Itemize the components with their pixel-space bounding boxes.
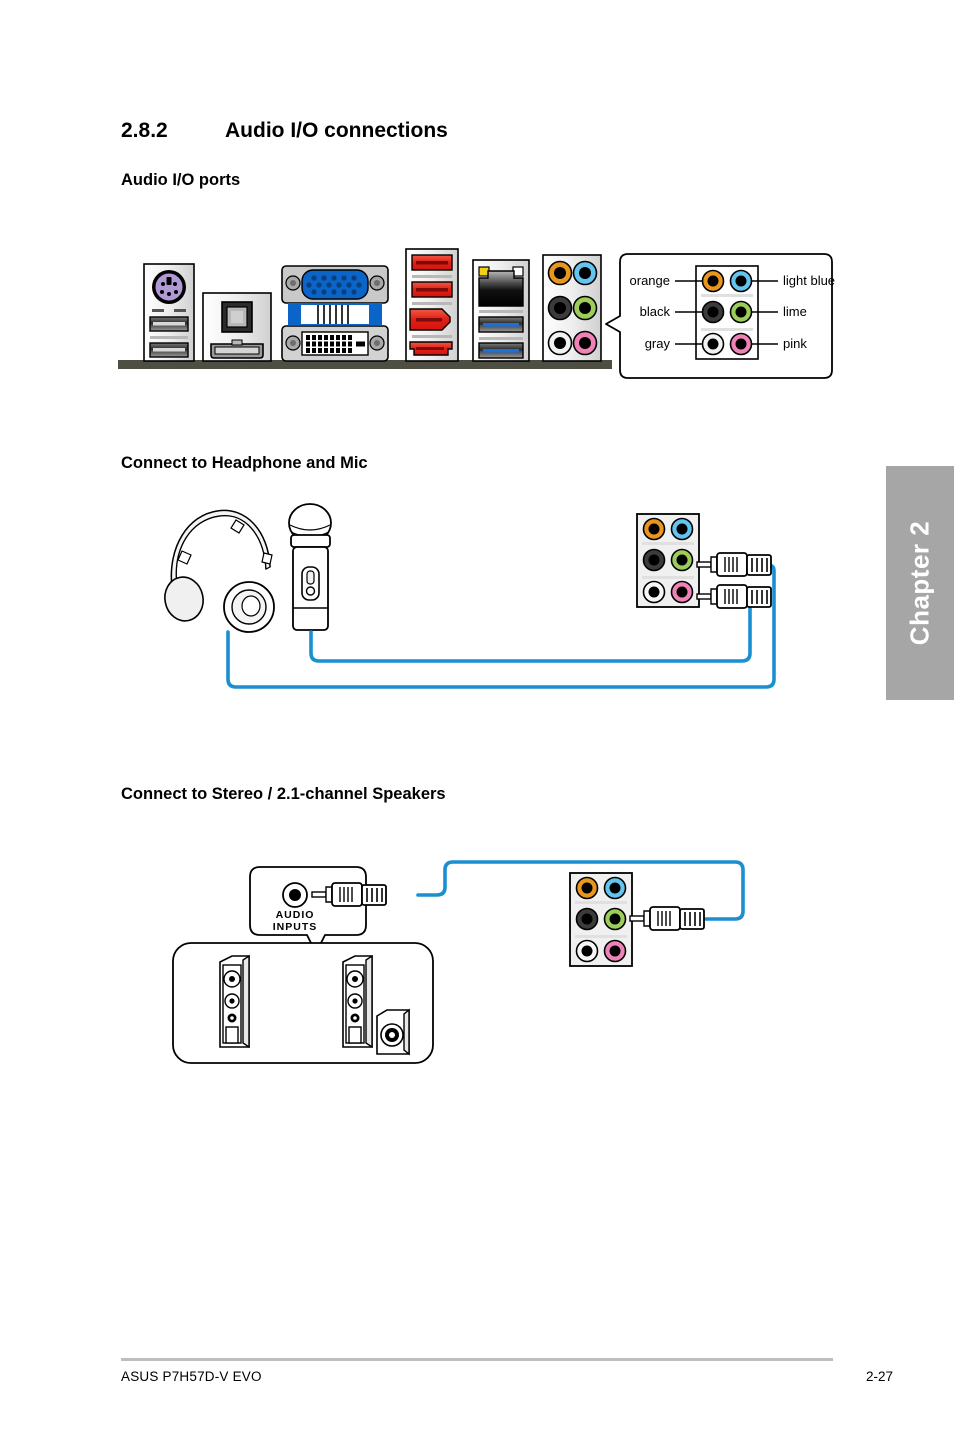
manual-page: 2.8.2 Audio I/O connections Audio I/O po… bbox=[0, 0, 954, 1438]
rear-io-panel-svg: orange black gray light blue lime pink bbox=[118, 248, 835, 379]
audio-jack-light-blue bbox=[572, 260, 598, 286]
footer-divider bbox=[121, 1358, 833, 1361]
jack-pink bbox=[603, 939, 627, 963]
usb30-port-1 bbox=[478, 316, 524, 333]
jack-black bbox=[575, 907, 599, 931]
esata-port bbox=[409, 308, 451, 331]
vga-port bbox=[281, 265, 389, 304]
headphone-mic-connection-figure bbox=[150, 495, 850, 710]
stereo-speaker-connection-figure: AUDIO INPUTS bbox=[165, 855, 805, 1070]
audio-plug-mainboard-side bbox=[629, 906, 705, 931]
callout-label-orange: orange bbox=[630, 273, 670, 288]
subheading-audio-io-ports: Audio I/O ports bbox=[121, 171, 241, 189]
ieee1394-port bbox=[409, 341, 453, 356]
callout-jack-pink bbox=[729, 332, 753, 356]
headphone-mic-svg bbox=[164, 503, 776, 689]
jack-light-blue bbox=[670, 517, 694, 541]
subwoofer bbox=[376, 1008, 410, 1056]
jack-pink bbox=[670, 580, 694, 604]
jack-gray bbox=[642, 580, 666, 604]
front-left-speaker bbox=[219, 954, 250, 1049]
spdif-hdmi-stack bbox=[202, 292, 272, 362]
callout-label-black: black bbox=[640, 304, 671, 319]
speaker-set-enclosure bbox=[172, 942, 434, 1064]
vga-dvi-stack bbox=[281, 265, 389, 362]
optical-spdif-out-port bbox=[221, 301, 253, 333]
section-heading: 2.8.2 Audio I/O connections bbox=[121, 119, 448, 143]
audio-plug-headphone bbox=[696, 552, 772, 577]
audio-jack-panel-headphone bbox=[636, 513, 700, 608]
section-number: 2.8.2 bbox=[121, 119, 168, 142]
footer-page-number: 2-27 bbox=[865, 1369, 893, 1384]
chapter-tab: Chapter 2 bbox=[886, 466, 954, 700]
subheading-connect-stereo-speakers: Connect to Stereo / 2.1-channel Speakers bbox=[121, 785, 446, 803]
audio-plug-microphone bbox=[696, 584, 772, 609]
audio-jack-gray bbox=[547, 330, 573, 356]
lan-rj45-port bbox=[478, 266, 524, 307]
usb-port-1 bbox=[149, 316, 189, 332]
callout-jack-lime bbox=[729, 300, 753, 324]
usb-port-4 bbox=[411, 281, 453, 298]
audio-jack-panel-speaker bbox=[569, 872, 633, 967]
audio-inputs-label-line2: INPUTS bbox=[273, 921, 318, 933]
audio-inputs-callout: AUDIO INPUTS bbox=[249, 866, 367, 954]
audio-jack-callout: orange black gray light blue lime pink bbox=[605, 253, 835, 379]
subheading-connect-headphone-mic: Connect to Headphone and Mic bbox=[121, 454, 368, 472]
ps2-usb-stack bbox=[143, 263, 195, 362]
jack-orange bbox=[575, 876, 599, 900]
front-right-speaker bbox=[342, 954, 373, 1049]
usb-port-2 bbox=[149, 342, 189, 358]
callout-label-pink: pink bbox=[783, 336, 807, 351]
headphone-icon bbox=[164, 509, 275, 633]
stereo-speaker-svg: AUDIO INPUTS bbox=[172, 860, 745, 1064]
usb-port-3 bbox=[411, 254, 453, 271]
callout-jack-black bbox=[701, 300, 725, 324]
jack-light-blue bbox=[603, 876, 627, 900]
audio-jack-black bbox=[547, 295, 573, 321]
footer-product-name: ASUS P7H57D-V EVO bbox=[121, 1369, 262, 1384]
callout-label-gray: gray bbox=[645, 336, 671, 351]
audio-jack-pink bbox=[572, 330, 598, 356]
callout-label-light-blue: light blue bbox=[783, 273, 835, 288]
audio-jack-orange bbox=[547, 260, 573, 286]
chapter-tab-label: Chapter 2 bbox=[904, 520, 935, 646]
jack-lime bbox=[670, 548, 694, 572]
jack-gray bbox=[575, 939, 599, 963]
usb-esata-1394-stack bbox=[405, 248, 459, 362]
audio-jack-lime bbox=[572, 295, 598, 321]
usb30-port-2 bbox=[478, 342, 524, 359]
lan-usb30-stack bbox=[472, 259, 530, 362]
callout-label-lime: lime bbox=[783, 304, 807, 319]
microphone-icon bbox=[288, 503, 332, 631]
jack-black bbox=[642, 548, 666, 572]
jack-lime bbox=[603, 907, 627, 931]
ps2-keyboard-mouse-port bbox=[152, 270, 186, 304]
callout-jack-gray bbox=[701, 332, 725, 356]
audio-inputs-label-line1: AUDIO bbox=[276, 909, 315, 921]
jack-orange bbox=[642, 517, 666, 541]
section-title: Audio I/O connections bbox=[225, 119, 448, 142]
rear-io-panel-figure: orange black gray light blue lime pink bbox=[118, 236, 843, 386]
callout-jack-light-blue bbox=[729, 269, 753, 293]
dvi-port bbox=[281, 325, 389, 362]
callout-jack-orange bbox=[701, 269, 725, 293]
rear-audio-jack-block bbox=[542, 254, 602, 362]
